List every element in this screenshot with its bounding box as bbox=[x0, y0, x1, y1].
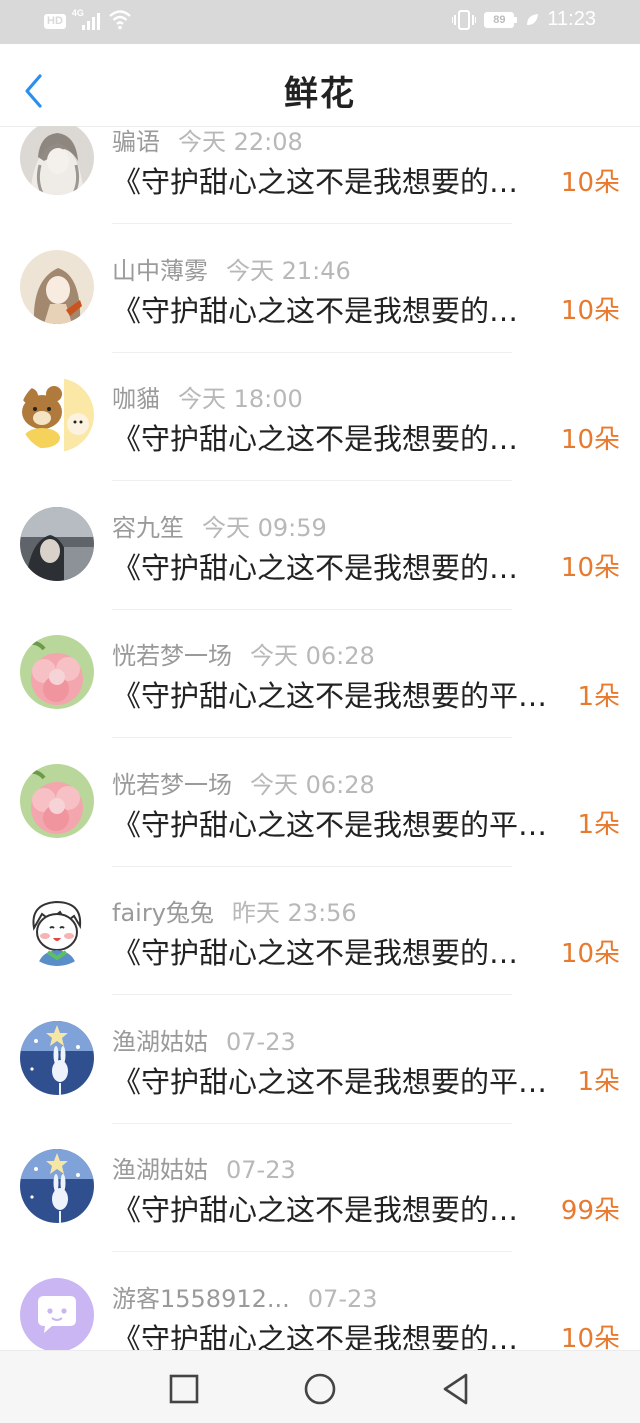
list-item[interactable]: 骗语今天 22:08 《守护甜心之这不是我想要的平凡生活》 10朵 bbox=[0, 126, 640, 224]
avatar[interactable] bbox=[20, 763, 94, 838]
book-title: 《守护甜心之这不是我想要的平凡生活》 bbox=[112, 1321, 539, 1351]
flower-count: 1朵 bbox=[577, 1067, 620, 1097]
record-detail: 《守护甜心之这不是我想要的平凡生活》 10朵 bbox=[112, 546, 620, 586]
flower-count: 1朵 bbox=[577, 810, 620, 840]
record-meta: 渔湖姑姑 07-23 bbox=[112, 1150, 296, 1184]
record-time: 今天 06:28 bbox=[250, 642, 375, 670]
book-title: 《守护甜心之这不是我想要的平凡生活》 bbox=[112, 1193, 539, 1227]
record-time: 昨天 23:56 bbox=[231, 899, 357, 927]
book-title: 《守护甜心之这不是我想要的平凡生活》 bbox=[112, 1064, 555, 1099]
flower-count: 10朵 bbox=[560, 296, 620, 326]
avatar[interactable] bbox=[20, 126, 94, 195]
back-triangle-icon[interactable] bbox=[436, 1369, 476, 1409]
list-item[interactable]: 容九笙今天 09:59 《守护甜心之这不是我想要的平凡生活》 10朵 bbox=[0, 482, 640, 610]
avatar[interactable] bbox=[20, 1149, 94, 1223]
flower-record-list[interactable]: 骗语今天 22:08《守护甜心之这不是我想要的平凡生活》10朵 山中薄雾今天 2… bbox=[0, 126, 640, 1350]
home-circle-icon[interactable] bbox=[300, 1369, 340, 1409]
system-nav-bar bbox=[0, 1350, 640, 1423]
wifi-icon bbox=[109, 10, 131, 30]
leaf-icon bbox=[527, 13, 539, 25]
list-item[interactable]: 渔湖姑姑 07-23 《守护甜心之这不是我想要的平凡生活》 99朵 bbox=[0, 1124, 640, 1252]
sender-name: 恍若梦一场 bbox=[112, 770, 232, 799]
status-bar: HD 4G 89 11:23 bbox=[0, 0, 640, 44]
flower-count: 10朵 bbox=[560, 938, 620, 969]
battery-icon: 89 bbox=[484, 11, 518, 28]
record-detail: 《守护甜心之这不是我想要的平凡生活》 99朵 bbox=[112, 1188, 620, 1228]
sender-name: 骗语 bbox=[112, 128, 160, 156]
sender-name: 渔湖姑姑 bbox=[112, 1156, 208, 1184]
sender-name: 容九笙 bbox=[112, 513, 184, 542]
flower-count: 10朵 bbox=[560, 1324, 620, 1350]
sender-name: fairy兔兔 bbox=[112, 899, 214, 927]
record-time: 今天 22:08 bbox=[178, 128, 303, 156]
record-meta: 恍若梦一场 今天 06:28 bbox=[112, 765, 375, 799]
book-title: 《守护甜心之这不是我想要的平凡生活》 bbox=[112, 936, 539, 970]
record-time: 07-23 bbox=[226, 1156, 296, 1184]
record-detail: 《守护甜心之这不是我想要的平凡生活》 10朵 bbox=[112, 931, 620, 971]
clock: 11:23 bbox=[547, 8, 596, 30]
sender-name: 山中薄雾 bbox=[112, 256, 208, 285]
record-detail: 《守护甜心之这不是我想要的平凡生活》 10朵 bbox=[112, 1317, 620, 1351]
vibrate-icon bbox=[452, 9, 477, 30]
list-item[interactable]: 渔湖姑姑 07-23 《守护甜心之这不是我想要的平凡生活》 1朵 bbox=[0, 996, 640, 1124]
book-title: 《守护甜心之这不是我想要的平凡生活》 bbox=[112, 807, 555, 842]
sender-name: 恍若梦一场 bbox=[112, 642, 232, 670]
flower-count: 10朵 bbox=[560, 167, 620, 198]
record-detail: 《守护甜心之这不是我想要的平凡生活》 1朵 bbox=[112, 1060, 620, 1100]
record-time: 今天 18:00 bbox=[178, 385, 303, 413]
flower-count: 1朵 bbox=[577, 681, 620, 712]
record-meta: 渔湖姑姑 07-23 bbox=[112, 1022, 296, 1056]
book-title: 《守护甜心之这不是我想要的平凡生活》 bbox=[112, 422, 539, 456]
avatar[interactable] bbox=[20, 1277, 94, 1350]
sender-name: 咖貓 bbox=[112, 385, 160, 413]
list-item[interactable]: 恍若梦一场今天 06:28 《守护甜心之这不是我想要的平凡生活》 1朵 bbox=[0, 610, 640, 738]
record-detail: 《守护甜心之这不是我想要的平凡生活》 1朵 bbox=[112, 803, 620, 843]
flower-count: 99朵 bbox=[560, 1195, 620, 1226]
record-meta: 恍若梦一场 今天 06:28 bbox=[112, 636, 375, 670]
record-time: 今天 21:46 bbox=[226, 256, 351, 285]
recents-square-icon[interactable] bbox=[164, 1369, 204, 1409]
record-detail: 《守护甜心之这不是我想要的平凡生活》 10朵 bbox=[112, 289, 620, 329]
record-meta: 容九笙 今天 09:59 bbox=[112, 508, 327, 542]
flower-count: 10朵 bbox=[560, 424, 620, 455]
list-item[interactable]: 恍若梦一场今天 06:28 《守护甜心之这不是我想要的平凡生活》 1朵 bbox=[0, 739, 640, 867]
record-time: 07-23 bbox=[226, 1027, 296, 1056]
record-meta: 游客1558912... 07-23 bbox=[112, 1279, 378, 1313]
record-meta: fairy兔兔 昨天 23:56 bbox=[112, 893, 357, 927]
avatar[interactable] bbox=[20, 249, 94, 324]
book-title: 《守护甜心之这不是我想要的平凡生活》 bbox=[112, 679, 555, 713]
record-time: 今天 09:59 bbox=[202, 513, 327, 542]
flower-count: 10朵 bbox=[560, 553, 620, 583]
avatar[interactable] bbox=[20, 378, 94, 452]
avatar[interactable] bbox=[20, 506, 94, 581]
record-detail: 《守护甜心之这不是我想要的平凡生活》 1朵 bbox=[112, 674, 620, 714]
book-title: 《守护甜心之这不是我想要的平凡生活》 bbox=[112, 550, 539, 585]
avatar[interactable] bbox=[20, 892, 94, 966]
book-title: 《守护甜心之这不是我想要的平凡生活》 bbox=[112, 165, 539, 199]
record-detail: 《守护甜心之这不是我想要的平凡生活》 10朵 bbox=[112, 160, 620, 200]
record-detail: 《守护甜心之这不是我想要的平凡生活》 10朵 bbox=[112, 417, 620, 457]
list-item[interactable]: fairy兔兔昨天 23:56 《守护甜心之这不是我想要的平凡生活》 10朵 bbox=[0, 867, 640, 995]
record-meta: 山中薄雾 今天 21:46 bbox=[112, 251, 351, 285]
hd-badge: HD bbox=[44, 13, 66, 29]
sender-name: 渔湖姑姑 bbox=[112, 1027, 208, 1056]
record-meta: 咖貓 今天 18:00 bbox=[112, 379, 303, 413]
avatar[interactable] bbox=[20, 635, 94, 709]
record-meta: 骗语 今天 22:08 bbox=[112, 126, 303, 156]
list-item[interactable]: 游客1558912... 07-23 《守护甜心之这不是我想要的平凡生活》 10朵 bbox=[0, 1253, 640, 1351]
list-item[interactable]: 山中薄雾今天 21:46 《守护甜心之这不是我想要的平凡生活》 10朵 bbox=[0, 225, 640, 353]
list-item[interactable]: 咖貓今天 18:00 《守护甜心之这不是我想要的平凡生活》 10朵 bbox=[0, 353, 640, 481]
avatar[interactable] bbox=[20, 1020, 94, 1095]
record-time: 07-23 bbox=[307, 1284, 378, 1313]
app-header: 鲜花 bbox=[0, 44, 640, 127]
book-title: 《守护甜心之这不是我想要的平凡生活》 bbox=[112, 293, 539, 328]
record-time: 今天 06:28 bbox=[250, 770, 375, 799]
sender-name: 游客1558912... bbox=[112, 1284, 290, 1313]
page-title: 鲜花 bbox=[284, 74, 356, 114]
signal-icon: 4G bbox=[72, 8, 102, 32]
